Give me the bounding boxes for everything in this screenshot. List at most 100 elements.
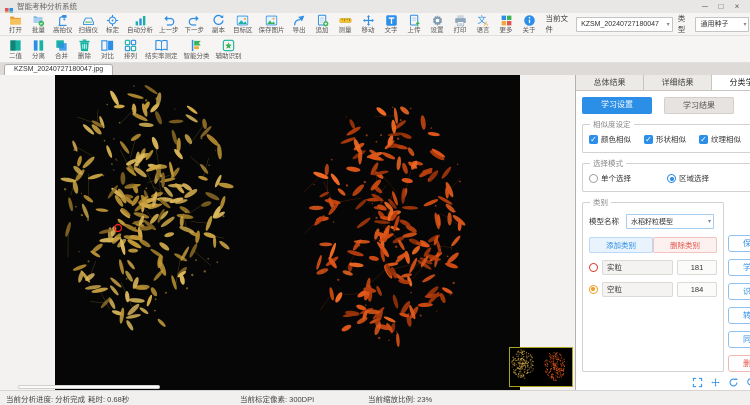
checkbox-纹理相似[interactable]: ✓纹理相似 bbox=[699, 134, 741, 145]
toolbar-button-move-cross[interactable]: 移动 bbox=[357, 14, 380, 35]
current-file-value: KZSM_20240727180047 bbox=[581, 21, 659, 28]
pan-move-icon[interactable] bbox=[710, 377, 721, 388]
main-toolbar: 打开批量高拍仪扫描仪标定自动分析上一步下一步副本目标区保存图片导出追加测量移动文… bbox=[0, 13, 750, 36]
toolbar-button-open-folder[interactable]: 打开 bbox=[4, 14, 27, 35]
radio-label: 单个选择 bbox=[601, 173, 631, 184]
toolbar-button-label: 排列 bbox=[124, 53, 137, 61]
toolbar-button-arrange-grid[interactable]: 排列 bbox=[119, 38, 142, 61]
tab-classification-learning[interactable]: 分类学习 bbox=[712, 75, 750, 90]
similarity-legend: 相似度设定 bbox=[590, 119, 634, 130]
toolbar-button-verify-book[interactable]: 结实率测定 bbox=[142, 38, 181, 61]
tab-detailed-results[interactable]: 详细结果 bbox=[644, 75, 712, 90]
tab-overall-results[interactable]: 总体结果 bbox=[576, 75, 644, 90]
close-button[interactable]: × bbox=[729, 0, 745, 13]
specimen-image-canvas[interactable] bbox=[55, 75, 520, 391]
type-select[interactable]: 通用种子 ▾ bbox=[695, 17, 749, 32]
settings-gear-icon bbox=[431, 14, 444, 27]
toolbar-button-printer[interactable]: 打印 bbox=[449, 14, 472, 35]
class-marker-icon[interactable] bbox=[589, 285, 598, 294]
learning-settings-button[interactable]: 学习设置 bbox=[582, 97, 652, 114]
toolbar-button-smart-classify[interactable]: 智能分类 bbox=[181, 38, 213, 61]
quick-zoom-icon[interactable] bbox=[746, 377, 750, 388]
save-button[interactable]: 保存 bbox=[728, 235, 750, 252]
main-toolbar-items: 打开批量高拍仪扫描仪标定自动分析上一步下一步副本目标区保存图片导出追加测量移动文… bbox=[4, 14, 518, 35]
printer-icon bbox=[454, 14, 467, 27]
checkbox-颜色相似[interactable]: ✓颜色相似 bbox=[589, 134, 631, 145]
checkbox-checked-icon[interactable]: ✓ bbox=[589, 135, 598, 144]
toolbar-button-more-grid[interactable]: 更多 bbox=[495, 14, 518, 35]
status-progress: 当前分析进度: 分析完成 bbox=[6, 394, 85, 405]
similarity-options: ✓颜色相似✓形状相似✓纹理相似 bbox=[589, 134, 750, 145]
document-tab[interactable]: KZSM_20240727180047.jpg bbox=[4, 64, 113, 75]
checkbox-checked-icon[interactable]: ✓ bbox=[644, 135, 653, 144]
delete-button[interactable]: 删除 bbox=[728, 355, 750, 372]
toolbar-button-info-circle[interactable]: 关于 bbox=[518, 14, 541, 35]
class-name-field[interactable]: 实粒 bbox=[602, 260, 673, 275]
class-name-field[interactable]: 空粒 bbox=[602, 282, 673, 297]
toolbar-button-label: 副本 bbox=[212, 27, 225, 35]
toolbar-button-duplicate-refresh[interactable]: 副本 bbox=[207, 14, 230, 35]
toolbar-button-label: 合并 bbox=[55, 53, 68, 61]
class-count-field[interactable]: 184 bbox=[677, 282, 717, 297]
radio-区域选择[interactable]: 区域选择 bbox=[667, 173, 709, 184]
title-bar: 智能考种分析系统 ─ □ × bbox=[0, 0, 750, 13]
selection-mode-settings: 选择模式 单个选择区域选择 bbox=[582, 158, 750, 192]
recognize-button[interactable]: 识别 bbox=[728, 283, 750, 300]
toolbar-button-label: 追加 bbox=[316, 27, 329, 35]
toolbar-button-merge[interactable]: 合并 bbox=[50, 38, 73, 61]
toolbar-button-redo-arrow[interactable]: 下一步 bbox=[182, 14, 208, 35]
toolbar-button-undo-arrow[interactable]: 上一步 bbox=[156, 14, 182, 35]
undo-arrow-icon bbox=[162, 14, 175, 27]
radio-单个选择[interactable]: 单个选择 bbox=[589, 173, 631, 184]
delete-category-button[interactable]: 删除类别 bbox=[653, 237, 717, 253]
toolbar-button-compare[interactable]: 对比 bbox=[96, 38, 119, 61]
maximize-button[interactable]: □ bbox=[713, 0, 729, 13]
toolbar-button-assist-recognize[interactable]: 辅助识别 bbox=[213, 38, 245, 61]
rotate-view-icon[interactable] bbox=[728, 377, 739, 388]
toolbar-button-scanner[interactable]: 扫描仪 bbox=[76, 14, 102, 35]
class-marker-icon[interactable] bbox=[589, 263, 598, 272]
radio-unselected-icon[interactable] bbox=[589, 174, 598, 183]
toolbar-button-save-image[interactable]: 保存图片 bbox=[256, 14, 288, 35]
toolbar-button-language[interactable]: 文A语言 bbox=[472, 14, 495, 35]
toolbar-button-target-region-image[interactable]: 目标区 bbox=[230, 14, 256, 35]
learn-button[interactable]: 学习 bbox=[728, 259, 750, 276]
toolbar-button-label: 导出 bbox=[293, 27, 306, 35]
category-buttons-row: 添加类别 删除类别 bbox=[589, 237, 717, 253]
add-category-button[interactable]: 添加类别 bbox=[589, 237, 653, 253]
class-count-field[interactable]: 181 bbox=[677, 260, 717, 275]
checkbox-checked-icon[interactable]: ✓ bbox=[699, 135, 708, 144]
toolbar-button-binarize[interactable]: 二值 bbox=[4, 38, 27, 61]
radio-selected-icon[interactable] bbox=[667, 174, 676, 183]
edit-toolbar: 二值分离合并删除对比排列结实率测定智能分类辅助识别 bbox=[0, 36, 750, 63]
toolbar-button-settings-gear[interactable]: 设置 bbox=[426, 14, 449, 35]
chevron-down-icon: ▾ bbox=[664, 21, 670, 28]
toolbar-button-label: 批量 bbox=[32, 27, 45, 35]
open-folder-icon bbox=[9, 14, 22, 27]
toolbar-button-doc-camera[interactable]: 高拍仪 bbox=[50, 14, 76, 35]
toolbar-button-trash[interactable]: 删除 bbox=[73, 38, 96, 61]
toolbar-button-measure-ruler[interactable]: 测量 bbox=[334, 14, 357, 35]
minimize-button[interactable]: ─ bbox=[697, 0, 713, 13]
horizontal-scrollbar-thumb[interactable] bbox=[18, 385, 160, 389]
fit-screen-icon[interactable] bbox=[692, 377, 703, 388]
checkbox-label: 纹理相似 bbox=[711, 134, 741, 145]
current-file-select[interactable]: KZSM_20240727180047 ▾ bbox=[576, 17, 673, 32]
toolbar-button-auto-analyze-chart[interactable]: 自动分析 bbox=[124, 14, 156, 35]
learning-results-button[interactable]: 学习结果 bbox=[664, 97, 734, 114]
toolbar-button-label: 语言 bbox=[477, 27, 490, 35]
toolbar-button-calibrate-target[interactable]: 标定 bbox=[101, 14, 124, 35]
minimap[interactable] bbox=[509, 347, 573, 387]
toolbar-button-separate[interactable]: 分离 bbox=[27, 38, 50, 61]
toolbar-button-label: 结实率测定 bbox=[145, 53, 178, 61]
toolbar-button-export-arrow[interactable]: 导出 bbox=[288, 14, 311, 35]
checkbox-形状相似[interactable]: ✓形状相似 bbox=[644, 134, 686, 145]
convert-button[interactable]: 转换 bbox=[728, 307, 750, 324]
toolbar-button-text-t[interactable]: 文字 bbox=[380, 14, 403, 35]
toolbar-right-group: 关于 当前文件 KZSM_20240727180047 ▾ 类型 通用种子 ▾ bbox=[518, 13, 750, 35]
toolbar-button-append-doc[interactable]: 追加 bbox=[311, 14, 334, 35]
sync-button[interactable]: 同步 bbox=[728, 331, 750, 348]
model-name-select[interactable]: 水稻籽粒模型 ▾ bbox=[626, 214, 714, 229]
toolbar-button-upload-doc[interactable]: 上传 bbox=[403, 14, 426, 35]
toolbar-button-batch-folder[interactable]: 批量 bbox=[27, 14, 50, 35]
